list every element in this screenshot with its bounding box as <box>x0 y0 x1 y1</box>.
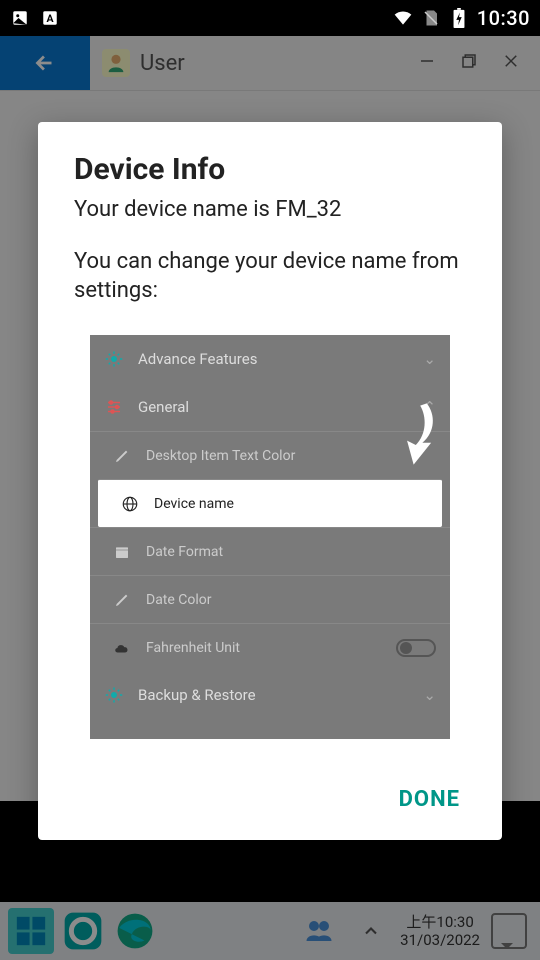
wifi-icon <box>393 8 413 28</box>
status-clock: 10:30 <box>477 6 530 30</box>
chevron-down-icon: ⌄ <box>423 686 436 704</box>
battery-charging-icon <box>449 8 469 28</box>
gear-icon <box>104 685 124 705</box>
done-button[interactable]: DONE <box>393 779 466 820</box>
calendar-icon <box>112 542 132 562</box>
pencil-icon <box>112 590 132 610</box>
sliders-icon <box>104 397 124 417</box>
cloud-icon <box>112 638 132 658</box>
preview-row-label: Backup & Restore <box>138 686 256 704</box>
dialog-instruction-text: You can change your device name from set… <box>74 248 466 305</box>
preview-row-label: Device name <box>154 496 234 512</box>
dialog-device-name-text: Your device name is FM_32 <box>74 197 466 222</box>
no-sim-icon <box>421 8 441 28</box>
picture-icon <box>10 8 30 28</box>
preview-row-label: Date Format <box>146 544 223 560</box>
status-bar: A 10:30 <box>0 0 540 36</box>
globe-icon <box>120 494 140 514</box>
toggle-off-icon <box>396 639 436 657</box>
pencil-icon <box>112 446 132 466</box>
preview-row-label: Advance Features <box>138 350 257 368</box>
svg-text:A: A <box>46 12 54 25</box>
preview-row-label: Desktop Item Text Color <box>146 448 295 464</box>
dialog-title: Device Info <box>74 152 466 187</box>
preview-row-label: Date Color <box>146 592 212 608</box>
gear-icon <box>104 349 124 369</box>
preview-row-label: Fahrenheit Unit <box>146 640 240 656</box>
device-info-dialog: Device Info Your device name is FM_32 Yo… <box>38 122 502 840</box>
settings-preview-image: Advance Features ⌄ General ⌃ Desktop Ite… <box>90 335 450 739</box>
letter-a-icon: A <box>40 8 60 28</box>
preview-row-label: General <box>138 398 189 416</box>
chevron-down-icon: ⌄ <box>423 350 436 368</box>
pointer-arrow-icon <box>396 399 440 481</box>
